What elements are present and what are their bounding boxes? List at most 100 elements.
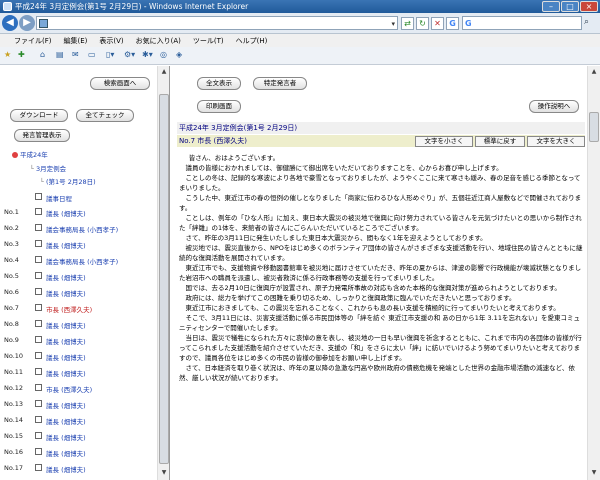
list-item[interactable]: No.17 議長 (畑博夫) xyxy=(0,461,156,477)
help-button[interactable]: 操作説明へ xyxy=(529,100,579,113)
left-scrollbar[interactable]: ▲ ▼ xyxy=(157,66,169,480)
item-checkbox[interactable] xyxy=(35,288,42,295)
window-titlebar: 平成24年 3月定例会(第1号 2月29日) - Windows Interne… xyxy=(0,0,600,13)
download-button[interactable]: ダウンロード xyxy=(10,109,68,122)
menu-tools[interactable]: ツール(T) xyxy=(193,36,224,46)
item-checkbox[interactable] xyxy=(35,193,42,200)
research-icon[interactable]: ◎ xyxy=(160,50,167,62)
item-checkbox[interactable] xyxy=(35,400,42,407)
list-item[interactable]: No.3 議長 (畑博夫) xyxy=(0,237,156,253)
menu-help[interactable]: ヘルプ(H) xyxy=(236,36,268,46)
forward-icon[interactable]: ▶ xyxy=(19,15,35,31)
list-item[interactable]: 議事日程 xyxy=(0,190,156,206)
paragraph: 被災地では、震災直後から、NPOをはじめ多くのボランティア団体の皆さんがさまざま… xyxy=(179,244,583,262)
tree-day[interactable]: └ (第1号 2月28日) xyxy=(40,176,96,186)
ie-icon xyxy=(3,2,12,11)
url-field[interactable]: ▾ xyxy=(36,16,398,30)
search-icon[interactable]: ⌕ xyxy=(584,17,589,27)
list-item[interactable]: No.14 議長 (畑博夫) xyxy=(0,413,156,429)
menu-view[interactable]: 表示(V) xyxy=(99,36,123,46)
list-item[interactable]: No.12 市長 (西澤久夫) xyxy=(0,381,156,397)
tree-session[interactable]: └ 3月定例会 xyxy=(30,163,66,173)
menu-edit[interactable]: 編集(E) xyxy=(64,36,88,46)
item-checkbox[interactable] xyxy=(35,224,42,231)
list-item[interactable]: No.2 議会事務局長 (小西孝子) xyxy=(0,221,156,237)
list-item[interactable]: No.15 議長 (畑博夫) xyxy=(0,429,156,445)
list-item[interactable]: No.10 議長 (畑博夫) xyxy=(0,349,156,365)
list-item[interactable]: No.8 議長 (畑博夫) xyxy=(0,317,156,333)
add-favorites-icon[interactable]: ✚ xyxy=(18,50,25,62)
list-item[interactable]: No.1 議長 (畑博夫) xyxy=(0,205,156,221)
list-item[interactable]: No.9 議長 (畑博夫) xyxy=(0,333,156,349)
scroll-down-icon[interactable]: ▼ xyxy=(588,467,600,479)
left-frame: 検索画面へ ダウンロード 全てチェック 発言管理表示 平成24年 └ 3月定例会… xyxy=(0,66,170,480)
item-checkbox[interactable] xyxy=(35,448,42,455)
list-item[interactable]: No.16 議長 (畑博夫) xyxy=(0,445,156,461)
refresh-icon[interactable]: ↻ xyxy=(416,17,429,30)
paragraph: ことしは、例年の「ひな人形」に加え、東日本大震災の被災地で復興に向け努力されてい… xyxy=(179,214,582,232)
font-larger-button[interactable]: 文字を大きく xyxy=(527,136,585,147)
scroll-up-icon[interactable]: ▲ xyxy=(158,66,169,78)
menu-bar: ファイル(F) 編集(E) 表示(V) お気に入り(A) ツール(T) ヘルプ(… xyxy=(0,34,600,47)
safety-menu-icon[interactable]: ⚙▾ xyxy=(124,50,135,62)
close-button[interactable]: × xyxy=(580,1,598,12)
onenote-icon[interactable]: ◈ xyxy=(176,50,182,62)
bullet-icon xyxy=(12,152,18,158)
speakers-button[interactable]: 発言管理表示 xyxy=(14,129,70,142)
print-icon[interactable]: ▭ xyxy=(88,50,96,62)
stop-icon[interactable]: ✕ xyxy=(431,17,444,30)
show-all-button[interactable]: 全文表示 xyxy=(197,77,241,90)
font-smaller-button[interactable]: 文字を小さく xyxy=(415,136,473,147)
scroll-thumb[interactable] xyxy=(159,94,169,464)
item-checkbox[interactable] xyxy=(35,384,42,391)
specific-speaker-button[interactable]: 特定発言者 xyxy=(253,77,307,90)
tree-year[interactable]: 平成24年 xyxy=(12,149,48,159)
item-checkbox[interactable] xyxy=(35,320,42,327)
feeds-icon[interactable]: ▤ xyxy=(56,50,64,62)
home-icon[interactable]: ⌂ xyxy=(40,50,45,62)
search-screen-button[interactable]: 検索画面へ xyxy=(90,77,150,90)
mail-icon[interactable]: ✉ xyxy=(72,50,79,62)
menu-file[interactable]: ファイル(F) xyxy=(14,36,52,46)
item-checkbox[interactable] xyxy=(35,240,42,247)
check-all-button[interactable]: 全てチェック xyxy=(76,109,134,122)
paragraph: 国では、去る2月10日に復興庁が設置され、原子力発電所事故の対応も含めた本格的な… xyxy=(185,284,561,292)
right-scrollbar[interactable]: ▲ ▼ xyxy=(587,66,600,480)
item-checkbox[interactable] xyxy=(35,304,42,311)
item-checkbox[interactable] xyxy=(35,208,42,215)
search-input[interactable]: G xyxy=(462,16,582,30)
item-checkbox[interactable] xyxy=(35,272,42,279)
list-item[interactable]: No.13 議長 (畑博夫) xyxy=(0,397,156,413)
item-checkbox[interactable] xyxy=(35,336,42,343)
compat-view-icon[interactable]: ⇄ xyxy=(401,17,414,30)
page-menu-icon[interactable]: ▯▾ xyxy=(106,50,114,62)
scroll-up-icon[interactable]: ▲ xyxy=(588,66,600,78)
menu-favorites[interactable]: お気に入り(A) xyxy=(136,36,181,46)
paragraph: そこで、3月11日には、災害支援活動に係る市民団体等の「絆を紡ぐ 東近江市支援の… xyxy=(179,314,580,332)
list-item[interactable]: No.11 議長 (畑博夫) xyxy=(0,365,156,381)
item-checkbox[interactable] xyxy=(35,432,42,439)
right-frame: 全文表示 特定発言者 印刷画面 操作説明へ 平成24年 3月定例会(第1号 2月… xyxy=(171,66,600,480)
favorites-star-icon[interactable]: ★ xyxy=(4,50,11,62)
item-checkbox[interactable] xyxy=(35,416,42,423)
chevron-down-icon[interactable]: ▾ xyxy=(391,18,395,30)
font-reset-button[interactable]: 標準に戻す xyxy=(475,136,525,147)
list-item[interactable]: No.6 議長 (畑博夫) xyxy=(0,285,156,301)
item-checkbox[interactable] xyxy=(35,256,42,263)
back-icon[interactable]: ◀ xyxy=(2,15,18,31)
item-checkbox[interactable] xyxy=(35,368,42,375)
tools-menu-icon[interactable]: ✱▾ xyxy=(142,50,153,62)
list-item-selected[interactable]: No.7 市長 (西澤久夫) xyxy=(0,301,156,317)
item-checkbox[interactable] xyxy=(35,464,42,471)
scroll-thumb[interactable] xyxy=(589,112,599,142)
print-screen-button[interactable]: 印刷画面 xyxy=(197,100,241,113)
scroll-down-icon[interactable]: ▼ xyxy=(158,467,169,479)
paragraph: 政府には、総力を挙げてこの困難を乗り切るため、しっかりと復興政策に臨んでいただき… xyxy=(185,294,516,302)
list-item[interactable]: No.5 議長 (畑博夫) xyxy=(0,269,156,285)
minimize-button[interactable]: – xyxy=(542,1,560,12)
search-provider-icon[interactable]: G xyxy=(446,17,459,30)
list-item[interactable]: No.4 議会事務局長 (小西孝子) xyxy=(0,253,156,269)
item-checkbox[interactable] xyxy=(35,352,42,359)
maximize-button[interactable]: □ xyxy=(561,1,579,12)
speech-title: No.7 市長 (西澤久夫) xyxy=(179,137,247,145)
